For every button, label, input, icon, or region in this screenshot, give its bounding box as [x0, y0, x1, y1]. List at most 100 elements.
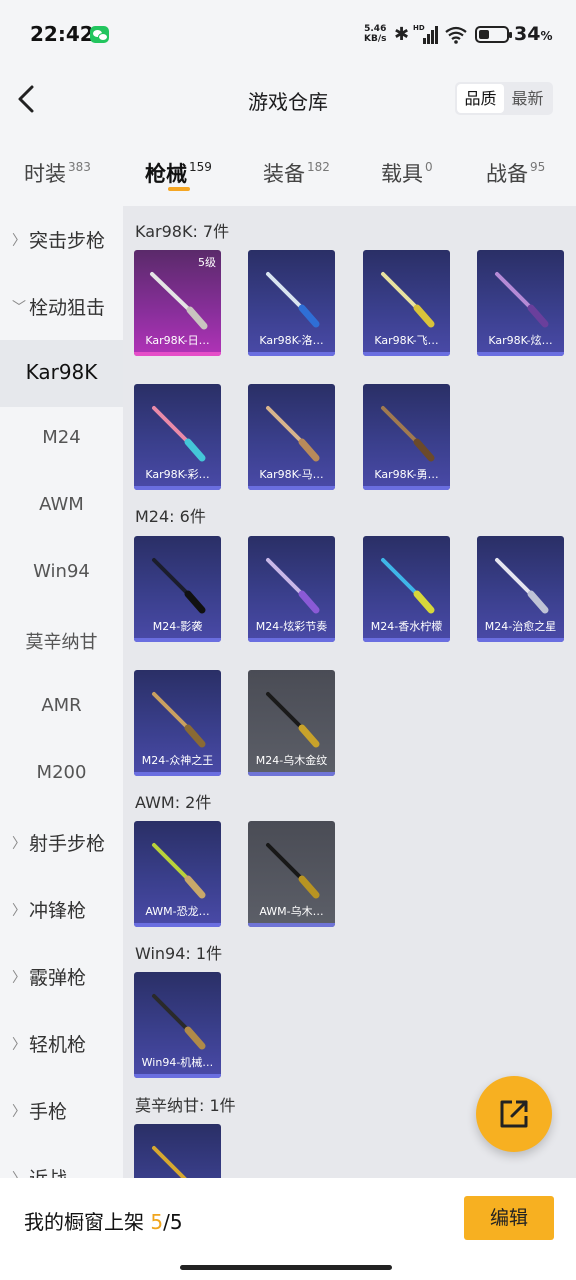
weapon-card[interactable]: Kar98K-马…	[248, 384, 335, 490]
weapon-name: M24-乌木金纹	[255, 754, 328, 767]
weapon-grid: Kar98K: 7件 5级 Kar98K-日… Kar98K-洛… Kar98K…	[123, 206, 576, 1178]
sort-by-newest-button[interactable]: 最新	[504, 84, 551, 113]
section-title-awm: AWM: 2件	[135, 793, 212, 812]
chevron-down-icon: ﹀	[12, 300, 26, 316]
section-title-kar98k: Kar98K: 7件	[135, 222, 230, 241]
rifle-icon	[381, 558, 435, 614]
weapon-name: M24-治愈之星	[484, 620, 557, 633]
sidebar-item-m200[interactable]: M200	[0, 742, 123, 809]
chevron-right-icon: 〉	[12, 1168, 26, 1178]
chevron-right-icon: 〉	[12, 1037, 26, 1053]
weapon-card[interactable]: AWM-恐龙…	[134, 821, 221, 927]
rifle-icon	[152, 406, 206, 462]
tab-costumes[interactable]: 时装 383	[24, 158, 91, 188]
sidebar-item-kar98k[interactable]: Kar98K	[0, 340, 123, 407]
weapon-name: Kar98K-洛…	[259, 334, 324, 347]
sort-toggle: 品质 最新	[455, 82, 553, 115]
share-floating-button[interactable]	[476, 1076, 552, 1152]
tab-supplies[interactable]: 战备 95	[486, 158, 545, 188]
weapon-name: M24-炫彩节奏	[255, 620, 328, 633]
status-bar: 22:42 5.46 KB/s ✱ HD 34%	[0, 0, 576, 70]
weapon-card[interactable]: Kar98K-洛…	[248, 250, 335, 356]
weapon-card[interactable]: AWM-乌木…	[248, 821, 335, 927]
chevron-right-icon: 〉	[12, 903, 26, 919]
category-tabs: 时装 383 枪械 159 装备 182 载具 0 战备 95	[0, 148, 576, 198]
sort-by-quality-button[interactable]: 品质	[457, 84, 504, 113]
sidebar-item-melee[interactable]: 〉近战	[0, 1144, 123, 1178]
weapon-name: Kar98K-马…	[259, 468, 324, 481]
weapon-card[interactable]: Kar98K-彩…	[134, 384, 221, 490]
sidebar-item-lmg[interactable]: 〉轻机枪	[0, 1010, 123, 1077]
rifle-icon	[266, 692, 320, 748]
section-title-mosin: 莫辛纳甘: 1件	[135, 1096, 236, 1115]
rifle-icon	[152, 558, 206, 614]
rifle-icon	[266, 406, 320, 462]
rifle-icon	[495, 272, 549, 328]
weapon-name: AWM-乌木…	[259, 905, 324, 918]
edit-button[interactable]: 编辑	[464, 1196, 554, 1240]
weapon-card[interactable]	[134, 1124, 221, 1178]
header: 游戏仓库 品质 最新	[0, 70, 576, 130]
rifle-icon	[266, 272, 320, 328]
weapon-card[interactable]: M24-众神之王	[134, 670, 221, 776]
weapon-card[interactable]: Win94-机械…	[134, 972, 221, 1078]
sidebar-item-pistol[interactable]: 〉手枪	[0, 1077, 123, 1144]
showcase-current-count: 5	[150, 1210, 164, 1234]
weapon-card[interactable]: M24-影袭	[134, 536, 221, 642]
chevron-right-icon: 〉	[12, 836, 26, 852]
showcase-total: /5	[163, 1210, 183, 1234]
chevron-right-icon: 〉	[12, 233, 26, 249]
rifle-icon	[150, 272, 208, 330]
sidebar-item-dmr[interactable]: 〉射手步枪	[0, 809, 123, 876]
sidebar-item-shotgun[interactable]: 〉霰弹枪	[0, 943, 123, 1010]
showcase-bar: 我的橱窗上架 5/5 编辑	[0, 1178, 576, 1280]
wechat-icon	[90, 26, 109, 43]
sidebar-item-m24[interactable]: M24	[0, 407, 123, 474]
weapon-name: M24-香水柠檬	[370, 620, 443, 633]
rifle-icon	[381, 272, 435, 328]
weapon-card[interactable]: M24-炫彩节奏	[248, 536, 335, 642]
cellular-signal-icon: HD	[413, 24, 439, 46]
rifle-icon	[152, 692, 206, 748]
active-tab-indicator	[168, 187, 190, 191]
tab-vehicles[interactable]: 载具 0	[381, 158, 433, 188]
sidebar-item-assault-rifles[interactable]: 〉突击步枪	[0, 206, 123, 273]
weapon-card[interactable]: Kar98K-勇…	[363, 384, 450, 490]
sidebar-item-awm[interactable]: AWM	[0, 474, 123, 541]
tab-firearms[interactable]: 枪械 159	[145, 158, 212, 188]
sidebar-item-bolt-sniper[interactable]: ﹀ 栓动狙击	[0, 273, 123, 340]
weapon-name: AWM-恐龙…	[145, 905, 210, 918]
weapon-card[interactable]: M24-治愈之星	[477, 536, 564, 642]
showcase-status: 我的橱窗上架 5/5	[24, 1210, 183, 1234]
weapon-card[interactable]: Kar98K-炫…	[477, 250, 564, 356]
rifle-icon	[152, 1146, 187, 1178]
weapon-name: Kar98K-勇…	[374, 468, 439, 481]
battery-percent: 34%	[514, 23, 553, 45]
weapon-name: Win94-机械…	[141, 1056, 214, 1069]
weapon-card[interactable]: M24-香水柠檬	[363, 536, 450, 642]
rifle-icon	[381, 406, 435, 462]
rifle-icon	[266, 843, 320, 899]
weapon-card[interactable]: M24-乌木金纹	[248, 670, 335, 776]
section-title-win94: Win94: 1件	[135, 944, 223, 963]
share-icon	[500, 1100, 528, 1128]
home-indicator[interactable]	[180, 1265, 392, 1270]
tab-equipment[interactable]: 装备 182	[263, 158, 330, 188]
wifi-icon	[445, 26, 467, 44]
sidebar-item-amr[interactable]: AMR	[0, 675, 123, 742]
network-speed: 5.46 KB/s	[364, 24, 387, 44]
rifle-icon	[152, 843, 206, 899]
sidebar-item-win94[interactable]: Win94	[0, 541, 123, 608]
sidebar-item-mosin[interactable]: 莫辛纳甘	[0, 608, 123, 675]
weapon-card[interactable]: Kar98K-飞…	[363, 250, 450, 356]
weapon-category-sidebar: 〉突击步枪 ﹀ 栓动狙击 Kar98K M24 AWM Win94 莫辛纳甘 AM…	[0, 206, 123, 1178]
chevron-right-icon: 〉	[12, 970, 26, 986]
bluetooth-icon: ✱	[394, 24, 410, 45]
status-time: 22:42	[30, 22, 94, 46]
weapon-name: M24-影袭	[152, 620, 203, 633]
weapon-card[interactable]: 5级 Kar98K-日…	[134, 250, 221, 356]
sidebar-item-smg[interactable]: 〉冲锋枪	[0, 876, 123, 943]
weapon-name: Kar98K-炫…	[488, 334, 553, 347]
weapon-name: M24-众神之王	[141, 754, 214, 767]
rifle-icon	[266, 558, 320, 614]
